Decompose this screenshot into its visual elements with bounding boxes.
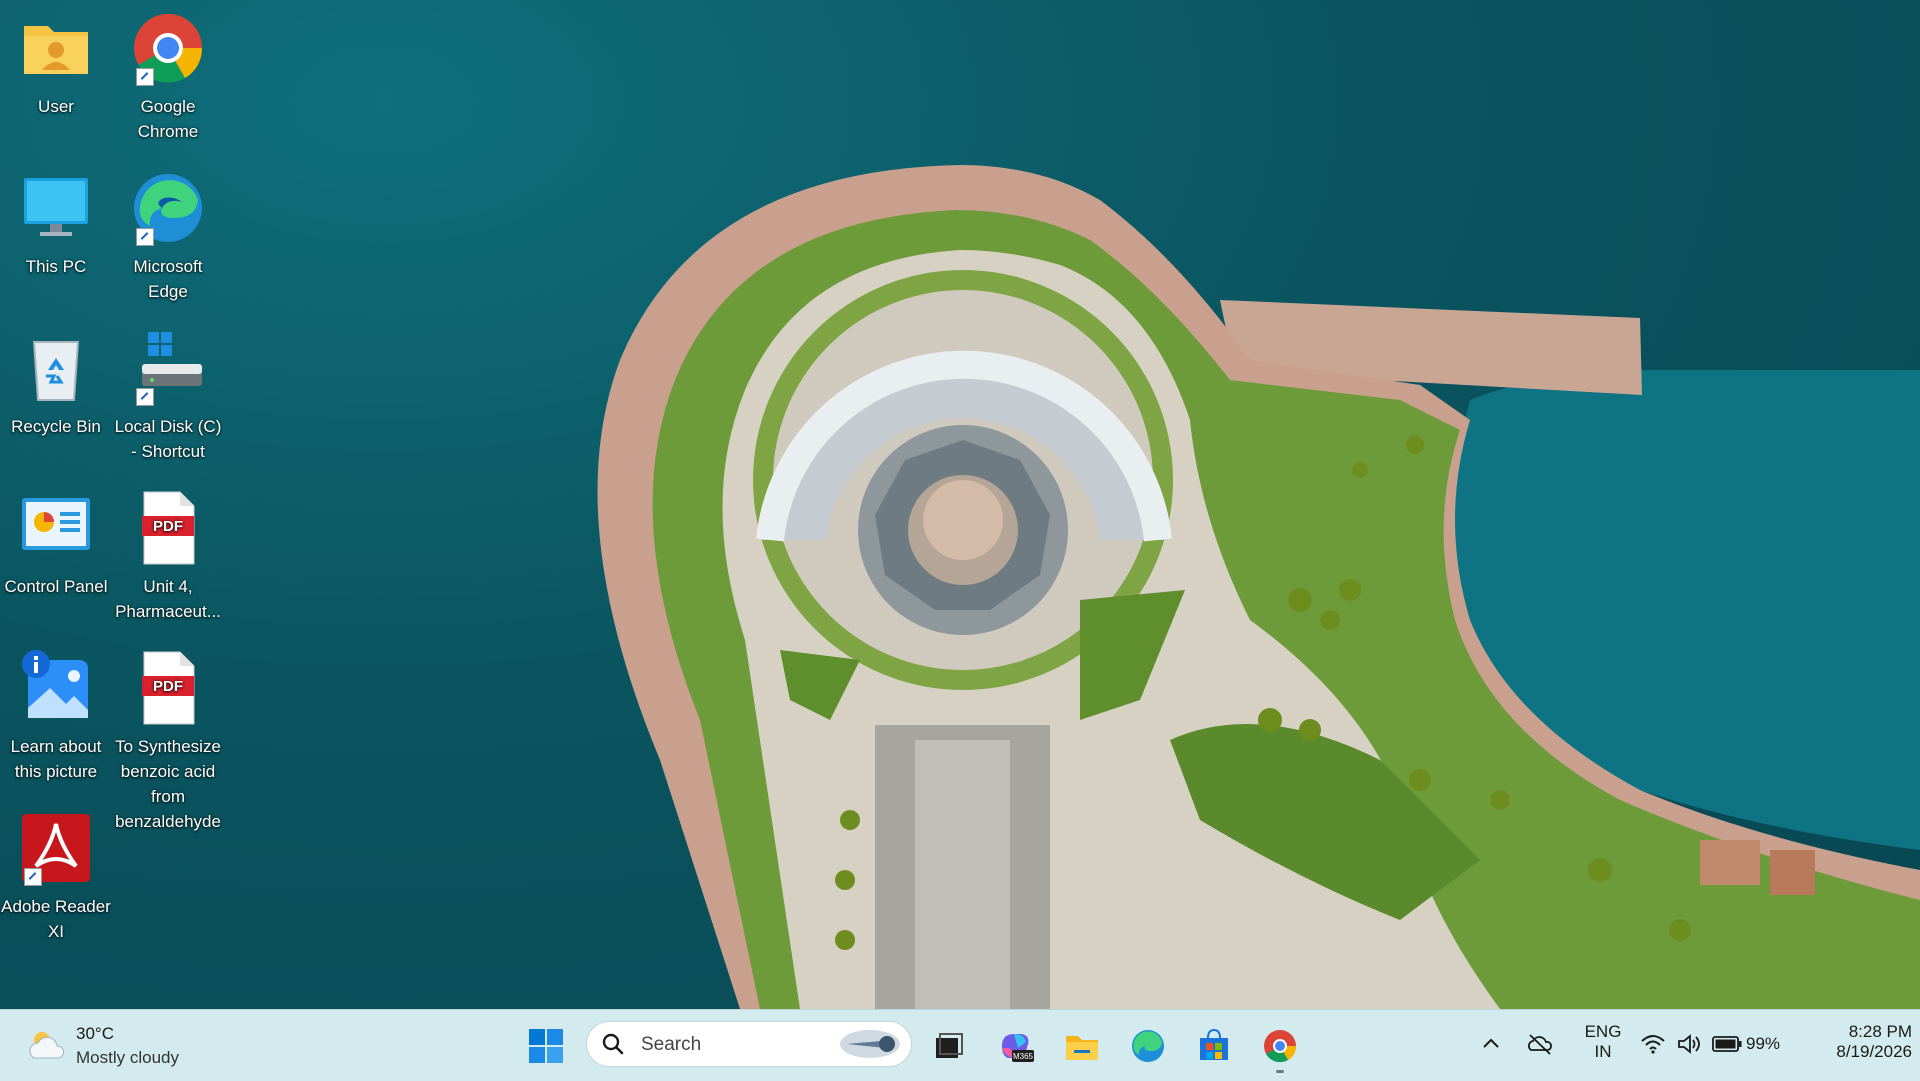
store-icon: [1200, 1028, 1228, 1060]
task-view-icon: [936, 1033, 963, 1058]
microsoft-365-copilot-button[interactable]: M365: [990, 1020, 1042, 1072]
language-region: IN: [1594, 1042, 1612, 1061]
weather-temperature: 30°C: [76, 1024, 114, 1043]
clock-time: 8:28 PM: [1848, 1022, 1912, 1041]
task-view-button[interactable]: [922, 1020, 974, 1072]
start-button[interactable]: [520, 1020, 572, 1072]
chrome-icon: [1264, 1030, 1297, 1063]
desktop-icon-label: Local Disk (C) - Shortcut: [114, 417, 222, 461]
language-code: ENG: [1584, 1022, 1622, 1041]
edge-taskbar-button[interactable]: [1122, 1020, 1174, 1072]
search-placeholder: Search: [641, 1034, 702, 1055]
shortcut-arrow-icon: [136, 388, 154, 406]
quick-settings-button[interactable]: 99%: [1636, 1022, 1786, 1066]
cloudy-weather-icon: [29, 1032, 64, 1059]
shortcut-arrow-icon: [24, 868, 42, 886]
learn-picture-icon: [16, 648, 96, 728]
running-indicator: [1276, 1070, 1284, 1073]
onedrive-offline-icon[interactable]: [1526, 1032, 1554, 1056]
taskbar-search-box[interactable]: Search: [586, 1021, 912, 1067]
shortcut-arrow-icon: [136, 68, 154, 86]
desktop-icon-label: Microsoft Edge: [133, 257, 203, 301]
chrome-icon: [128, 8, 208, 88]
drive-icon: [128, 328, 208, 408]
desktop-icon-google-chrome[interactable]: Google Chrome: [112, 8, 224, 144]
desktop-wallpaper: [0, 0, 1920, 1009]
file-explorer-button[interactable]: [1056, 1020, 1108, 1072]
wallpaper-aerial-image: [597, 165, 1920, 1009]
language-indicator[interactable]: ENG IN: [1578, 1022, 1628, 1062]
adobe-reader-icon: [16, 808, 96, 888]
desktop-icon-label: Google Chrome: [137, 97, 199, 141]
desktop-icon-user[interactable]: User: [0, 8, 112, 119]
windows-logo-icon: [529, 1029, 563, 1063]
desktop-icon-unit-4-pdf[interactable]: PDF Unit 4, Pharmaceut...: [112, 488, 224, 624]
control-panel-icon: [16, 488, 96, 568]
desktop-icon-local-disk-shortcut[interactable]: Local Disk (C) - Shortcut: [112, 328, 224, 464]
microsoft-365-icon: M365: [1002, 1034, 1034, 1062]
folder-icon: [1066, 1036, 1098, 1060]
desktop-icon-learn-about-this-picture[interactable]: Learn about this picture: [0, 648, 112, 784]
desktop-icon-microsoft-edge[interactable]: Microsoft Edge: [112, 168, 224, 304]
search-highlight-image-icon: [840, 1030, 900, 1058]
clock-date-button[interactable]: 8:28 PM 8/19/2026: [1796, 1022, 1912, 1062]
clock-date: 8/19/2026: [1836, 1042, 1912, 1061]
pdf-icon: PDF: [128, 648, 208, 728]
chrome-taskbar-button[interactable]: [1254, 1020, 1306, 1073]
wifi-icon: [1641, 1035, 1665, 1054]
weather-condition: Mostly cloudy: [76, 1048, 179, 1067]
battery-icon: [1712, 1036, 1742, 1052]
desktop-icon-benzoic-acid-pdf[interactable]: PDF To Synthesize benzoic acid from benz…: [112, 648, 224, 834]
microsoft-store-button[interactable]: [1188, 1020, 1240, 1072]
desktop-icon-label: Adobe Reader XI: [1, 897, 111, 941]
desktop-icon-label: Control Panel: [4, 577, 108, 596]
desktop-icon-this-pc[interactable]: This PC: [0, 168, 112, 279]
volume-icon: [1678, 1034, 1700, 1054]
desktop-icon-label: User: [38, 97, 74, 116]
edge-icon: [1132, 1030, 1164, 1062]
weather-widget[interactable]: 30°C Mostly cloudy: [20, 1018, 220, 1072]
show-hidden-icons-chevron-icon[interactable]: [1480, 1032, 1502, 1054]
pdf-badge-text: PDF: [153, 678, 183, 695]
desktop-icon-label: To Synthesize benzoic acid from benzalde…: [115, 737, 221, 831]
pdf-icon: PDF: [128, 488, 208, 568]
shortcut-arrow-icon: [136, 228, 154, 246]
taskbar: 30°C Mostly cloudy Search M365 ENG IN 99…: [0, 1009, 1920, 1081]
desktop-icon-label: Learn about this picture: [10, 737, 102, 781]
desktop-icon-control-panel[interactable]: Control Panel: [0, 488, 112, 599]
battery-percentage: 99%: [1746, 1034, 1781, 1053]
user-folder-icon: [16, 8, 96, 88]
desktop-icon-label: This PC: [25, 257, 87, 276]
desktop-icon-recycle-bin[interactable]: Recycle Bin: [0, 328, 112, 439]
edge-icon: [128, 168, 208, 248]
desktop-icon-adobe-reader[interactable]: Adobe Reader XI: [0, 808, 112, 944]
recycle-bin-icon: [16, 328, 96, 408]
search-icon: [602, 1033, 624, 1055]
m365-badge-text: M365: [1013, 1052, 1034, 1061]
monitor-icon: [16, 168, 96, 248]
desktop-icon-label: Unit 4, Pharmaceut...: [115, 577, 221, 621]
pdf-badge-text: PDF: [153, 518, 183, 535]
desktop-icon-label: Recycle Bin: [11, 417, 101, 436]
